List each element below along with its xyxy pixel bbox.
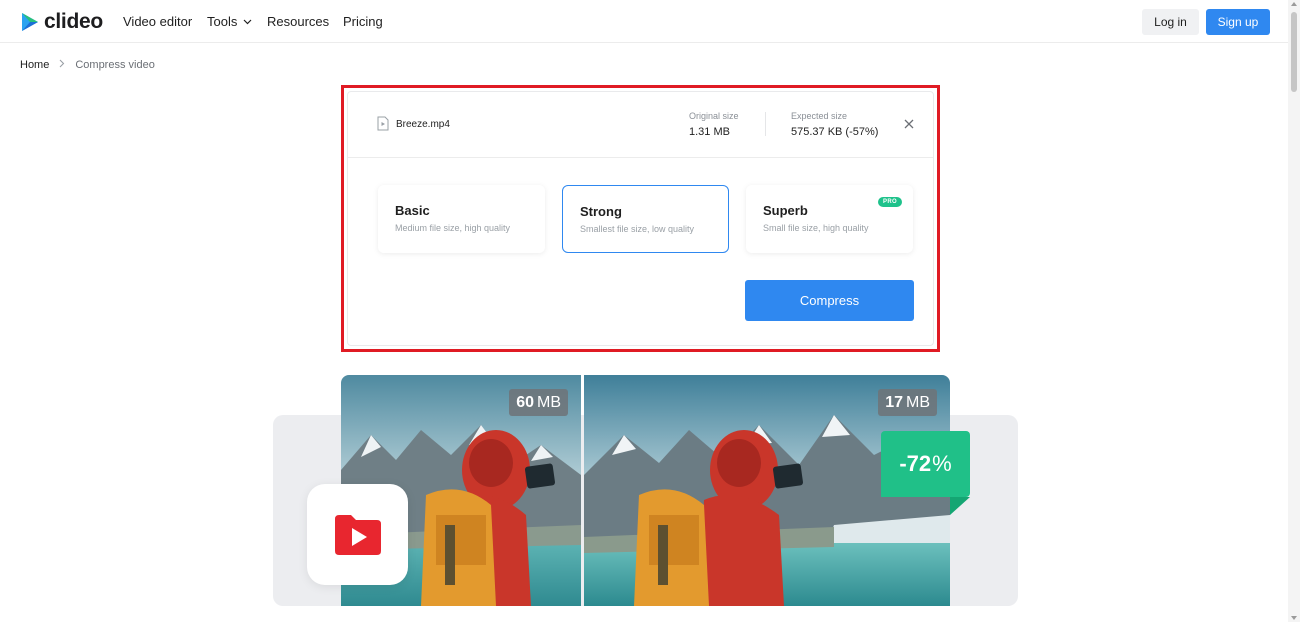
before-size-unit: MB [537, 393, 561, 411]
size-divider [765, 112, 766, 136]
compress-panel: Breeze.mp4 Original size 1.31 MB Expecte… [347, 91, 934, 346]
option-basic[interactable]: Basic Medium file size, high quality [378, 185, 545, 253]
chevron-down-icon [243, 19, 252, 24]
logo-text: clideo [44, 10, 103, 33]
option-strong-title: Strong [580, 204, 622, 219]
before-size-badge: 60 MB [509, 389, 568, 416]
compress-button[interactable]: Compress [745, 280, 914, 321]
after-size-number: 17 [885, 393, 903, 411]
video-folder-icon [334, 514, 381, 555]
reduction-number: -72 [899, 451, 932, 476]
page-scrollbar[interactable] [1288, 0, 1300, 622]
file-name: Breeze.mp4 [396, 119, 450, 130]
reduction-unit: % [932, 451, 952, 476]
nav-pricing-label: Pricing [343, 14, 383, 29]
breadcrumb: Home Compress video [20, 59, 155, 71]
video-file-icon [377, 116, 389, 131]
clideo-logo-icon [22, 13, 38, 31]
clideo-logo[interactable]: clideo [20, 10, 103, 34]
video-app-icon [307, 484, 408, 585]
reduction-tag: -72% [881, 431, 970, 497]
breadcrumb-current: Compress video [75, 59, 155, 71]
top-header: clideo Video editor Tools Resources Pric… [0, 0, 1288, 43]
nav-pricing[interactable]: Pricing [343, 14, 383, 29]
nav-tools[interactable]: Tools [207, 14, 252, 29]
expected-size-label: Expected size [791, 111, 848, 121]
nav-resources[interactable]: Resources [267, 14, 329, 29]
option-superb-title: Superb [763, 203, 808, 218]
scroll-thumb[interactable] [1291, 12, 1297, 92]
login-button[interactable]: Log in [1142, 9, 1199, 35]
nav-video-editor[interactable]: Video editor [123, 14, 192, 29]
original-size-value: 1.31 MB [689, 126, 730, 138]
nav-tools-label: Tools [207, 14, 238, 29]
nav-video-editor-label: Video editor [123, 14, 193, 29]
chevron-right-icon [59, 59, 65, 71]
reduction-tag-tail [950, 497, 970, 515]
scroll-down-icon[interactable] [1291, 616, 1297, 620]
before-size-number: 60 [516, 393, 534, 411]
scroll-up-icon[interactable] [1291, 2, 1297, 6]
close-icon[interactable] [902, 117, 916, 131]
file-info-row: Breeze.mp4 Original size 1.31 MB Expecte… [348, 92, 933, 158]
option-basic-title: Basic [395, 203, 430, 218]
after-size-badge: 17 MB [878, 389, 937, 416]
option-superb-desc: Small file size, high quality [763, 223, 869, 233]
option-basic-desc: Medium file size, high quality [395, 223, 511, 233]
breadcrumb-home[interactable]: Home [20, 59, 49, 71]
original-size-label: Original size [689, 111, 739, 121]
option-strong-desc: Smallest file size, low quality [580, 224, 695, 234]
nav-resources-label: Resources [267, 14, 330, 29]
signup-button[interactable]: Sign up [1206, 9, 1270, 35]
after-size-unit: MB [906, 393, 930, 411]
expected-size-value: 575.37 KB (-57%) [791, 126, 879, 138]
option-strong[interactable]: Strong Smallest file size, low quality [562, 185, 729, 253]
pro-badge: PRO [878, 197, 902, 207]
option-superb[interactable]: Superb Small file size, high quality PRO [746, 185, 913, 253]
